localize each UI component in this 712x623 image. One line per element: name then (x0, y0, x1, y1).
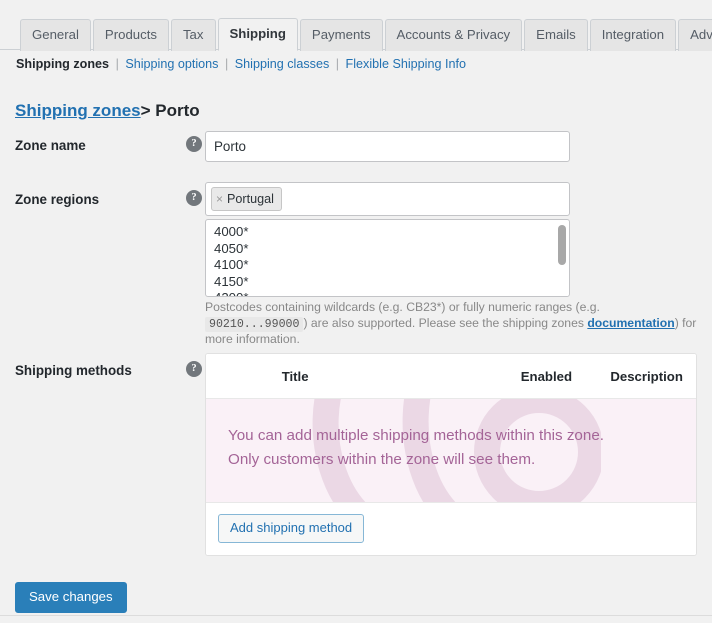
tab-advanced[interactable]: Advanced (678, 19, 712, 51)
subnav-separator-2: | (224, 57, 229, 71)
postcode-line: 4100* (214, 257, 249, 273)
zone-regions-select[interactable]: × Portugal (205, 182, 570, 216)
add-shipping-method-button[interactable]: Add shipping method (218, 514, 365, 543)
shipping-methods-table-footer: Add shipping method (206, 503, 696, 555)
column-header-enabled: Enabled (520, 368, 573, 384)
region-chip-portugal[interactable]: × Portugal (211, 187, 282, 211)
subnav-separator-1: | (115, 57, 119, 71)
shipping-methods-empty-state: You can add multiple shipping methods wi… (206, 399, 696, 503)
postcode-line: 4000* (214, 224, 249, 239)
tab-payments[interactable]: Payments (299, 19, 383, 51)
tab-tax[interactable]: Tax (170, 19, 216, 51)
column-header-title: Title (281, 368, 309, 384)
empty-state-line-1: You can add multiple shipping methods wi… (228, 427, 604, 444)
description-code-example: 90210...99000 (205, 316, 304, 332)
subnav-item-shipping-options[interactable]: Shipping options (125, 57, 218, 71)
shipping-methods-table: Title Enabled Description You can add mu… (205, 353, 697, 556)
empty-state-line-2: Only customers within the zone will see … (228, 451, 536, 468)
table-header-row: Title Enabled Description (206, 354, 696, 399)
subnav-item-shipping-classes[interactable]: Shipping classes (235, 57, 330, 71)
subnav-separator-3: | (335, 57, 340, 71)
zone-regions-label: Zone regions (15, 192, 100, 207)
column-header-description: Description (610, 368, 683, 384)
tab-general[interactable]: General (20, 19, 91, 51)
settings-tab-bar: General Products Tax Shipping Payments Accoun… (0, 0, 712, 51)
zone-regions-help-icon[interactable]: ? (186, 190, 202, 206)
tab-accounts-privacy[interactable]: Accounts & Privacy (384, 19, 523, 51)
subnav-item-flexible-shipping-info[interactable]: Flexible Shipping Info (346, 57, 466, 71)
region-chip-label: Portugal (227, 192, 274, 206)
postcode-lines: 4000* 4050* 4100* 4150* 4200* (206, 220, 558, 296)
postcode-line: 4050* (214, 240, 249, 256)
breadcrumb: Shipping zones> Porto (15, 100, 200, 122)
documentation-link[interactable]: documentation (587, 316, 674, 330)
empty-state-message: You can add multiple shipping methods wi… (206, 399, 696, 472)
breadcrumb-current-zone: Porto (155, 101, 200, 121)
remove-icon[interactable]: × (216, 193, 223, 205)
tab-integration[interactable]: Integration (589, 19, 677, 51)
tab-products[interactable]: Products (92, 19, 169, 51)
subnav-item-shipping-zones[interactable]: Shipping zones (16, 57, 109, 71)
zone-name-help-icon[interactable]: ? (186, 136, 202, 152)
tab-emails[interactable]: Emails (524, 19, 588, 51)
postcode-line: 4200* (214, 290, 550, 296)
shipping-methods-help-icon[interactable]: ? (186, 361, 202, 377)
save-changes-button[interactable]: Save changes (15, 582, 127, 613)
shipping-methods-label: Shipping methods (15, 363, 132, 378)
description-text-1: Postcodes containing wildcards (e.g. CB2… (205, 300, 600, 314)
breadcrumb-link-shipping-zones[interactable]: Shipping zones (15, 101, 141, 120)
tab-shipping[interactable]: Shipping (217, 18, 298, 51)
postcode-line: 4150* (214, 273, 249, 289)
zone-name-label: Zone name (15, 138, 86, 153)
resize-handle-icon[interactable] (556, 283, 569, 296)
footer-divider (0, 615, 712, 616)
zone-postcodes-description: Postcodes containing wildcards (e.g. CB2… (205, 300, 705, 348)
breadcrumb-arrow: > (140, 101, 151, 121)
description-text-2: ) are also supported. Please see the shi… (303, 315, 588, 330)
zone-postcodes-textarea[interactable]: 4000* 4050* 4100* 4150* 4200* (205, 219, 570, 297)
zone-name-input[interactable] (205, 131, 570, 162)
shipping-subnav: Shipping zones | Shipping options | Ship… (16, 56, 466, 73)
woocommerce-settings-page: General Products Tax Shipping Payments Accoun… (0, 0, 712, 623)
scrollbar-thumb[interactable] (558, 225, 566, 265)
